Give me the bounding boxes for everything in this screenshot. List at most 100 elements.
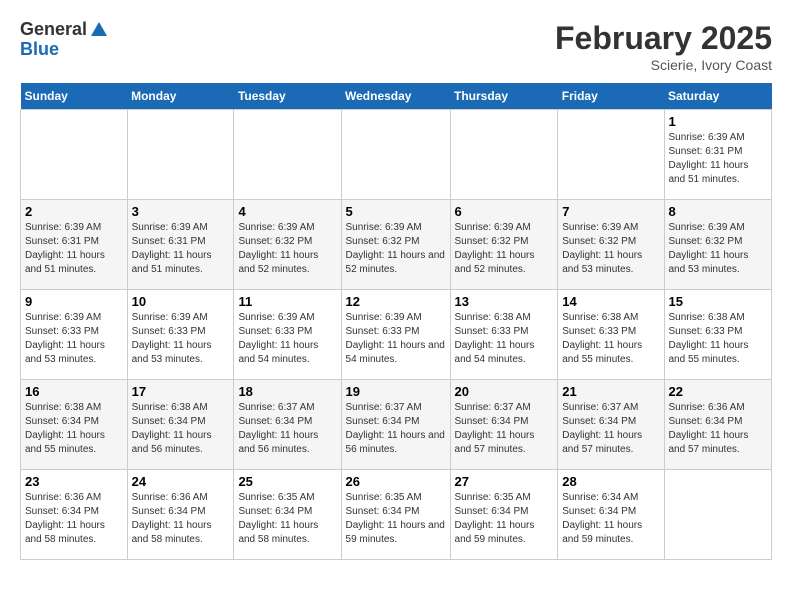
day-number: 28	[562, 474, 659, 489]
calendar-cell	[21, 110, 128, 200]
calendar-cell: 3 Sunrise: 6:39 AM Sunset: 6:31 PM Daylig…	[127, 200, 234, 290]
day-info: Sunrise: 6:38 AM Sunset: 6:33 PM Dayligh…	[669, 311, 768, 367]
day-number: 19	[346, 384, 446, 399]
day-info: Sunrise: 6:39 AM Sunset: 6:32 PM Dayligh…	[455, 221, 554, 277]
weekday-header: Sunday	[21, 83, 128, 110]
day-number: 6	[455, 204, 554, 219]
day-info: Sunrise: 6:37 AM Sunset: 6:34 PM Dayligh…	[562, 401, 659, 457]
day-info: Sunrise: 6:37 AM Sunset: 6:34 PM Dayligh…	[238, 401, 336, 457]
calendar-cell	[127, 110, 234, 200]
title-block: February 2025 Scierie, Ivory Coast	[555, 20, 772, 73]
day-info: Sunrise: 6:34 AM Sunset: 6:34 PM Dayligh…	[562, 491, 659, 547]
day-number: 10	[132, 294, 230, 309]
day-number: 22	[669, 384, 768, 399]
day-info: Sunrise: 6:37 AM Sunset: 6:34 PM Dayligh…	[455, 401, 554, 457]
calendar-cell: 19 Sunrise: 6:37 AM Sunset: 6:34 PM Dayli…	[341, 380, 450, 470]
calendar-cell: 11Sunrise: 6:39 AM Sunset: 6:33 PM Dayli…	[234, 290, 341, 380]
calendar-cell: 25 Sunrise: 6:35 AM Sunset: 6:34 PM Dayli…	[234, 470, 341, 560]
calendar-table: SundayMondayTuesdayWednesdayThursdayFrid…	[20, 83, 772, 560]
day-info: Sunrise: 6:39 AM Sunset: 6:33 PM Dayligh…	[132, 311, 230, 367]
calendar-cell: 17Sunrise: 6:38 AM Sunset: 6:34 PM Dayli…	[127, 380, 234, 470]
day-number: 2	[25, 204, 123, 219]
day-number: 9	[25, 294, 123, 309]
calendar-cell	[558, 110, 664, 200]
calendar-cell	[341, 110, 450, 200]
calendar-cell: 15 Sunrise: 6:38 AM Sunset: 6:33 PM Dayli…	[664, 290, 772, 380]
calendar-week-row: 23 Sunrise: 6:36 AM Sunset: 6:34 PM Dayli…	[21, 470, 772, 560]
logo: General Blue	[20, 20, 109, 60]
day-info: Sunrise: 6:39 AM Sunset: 6:31 PM Dayligh…	[132, 221, 230, 277]
day-number: 11	[238, 294, 336, 309]
day-info: Sunrise: 6:38 AM Sunset: 6:33 PM Dayligh…	[455, 311, 554, 367]
day-number: 25	[238, 474, 336, 489]
calendar-cell: 13 Sunrise: 6:38 AM Sunset: 6:33 PM Dayli…	[450, 290, 558, 380]
day-number: 14	[562, 294, 659, 309]
calendar-cell: 10 Sunrise: 6:39 AM Sunset: 6:33 PM Dayli…	[127, 290, 234, 380]
day-number: 13	[455, 294, 554, 309]
day-number: 12	[346, 294, 446, 309]
day-info: Sunrise: 6:39 AM Sunset: 6:32 PM Dayligh…	[346, 221, 446, 277]
calendar-cell	[234, 110, 341, 200]
logo-blue: Blue	[20, 40, 109, 60]
day-number: 26	[346, 474, 446, 489]
location: Scierie, Ivory Coast	[555, 57, 772, 73]
day-info: Sunrise: 6:35 AM Sunset: 6:34 PM Dayligh…	[346, 491, 446, 547]
page-header: General Blue February 2025 Scierie, Ivor…	[20, 20, 772, 73]
calendar-cell: 23 Sunrise: 6:36 AM Sunset: 6:34 PM Dayli…	[21, 470, 128, 560]
day-info: Sunrise: 6:36 AM Sunset: 6:34 PM Dayligh…	[132, 491, 230, 547]
day-info: Sunrise: 6:36 AM Sunset: 6:34 PM Dayligh…	[669, 401, 768, 457]
day-info: Sunrise: 6:39 AM Sunset: 6:33 PM Dayligh…	[346, 311, 446, 367]
calendar-week-row: 1 Sunrise: 6:39 AM Sunset: 6:31 PM Daylig…	[21, 110, 772, 200]
weekday-header: Saturday	[664, 83, 772, 110]
day-info: Sunrise: 6:38 AM Sunset: 6:33 PM Dayligh…	[562, 311, 659, 367]
logo-general: General	[20, 20, 87, 40]
day-number: 15	[669, 294, 768, 309]
calendar-cell: 26 Sunrise: 6:35 AM Sunset: 6:34 PM Dayli…	[341, 470, 450, 560]
day-info: Sunrise: 6:36 AM Sunset: 6:34 PM Dayligh…	[25, 491, 123, 547]
day-info: Sunrise: 6:39 AM Sunset: 6:33 PM Dayligh…	[25, 311, 123, 367]
calendar-cell: 8Sunrise: 6:39 AM Sunset: 6:32 PM Daylig…	[664, 200, 772, 290]
day-info: Sunrise: 6:39 AM Sunset: 6:32 PM Dayligh…	[562, 221, 659, 277]
day-number: 21	[562, 384, 659, 399]
day-number: 1	[669, 114, 768, 129]
calendar-cell	[664, 470, 772, 560]
day-number: 8	[669, 204, 768, 219]
day-info: Sunrise: 6:35 AM Sunset: 6:34 PM Dayligh…	[455, 491, 554, 547]
weekday-header: Thursday	[450, 83, 558, 110]
calendar-cell: 21 Sunrise: 6:37 AM Sunset: 6:34 PM Dayli…	[558, 380, 664, 470]
calendar-cell: 14 Sunrise: 6:38 AM Sunset: 6:33 PM Dayli…	[558, 290, 664, 380]
calendar-header-row: SundayMondayTuesdayWednesdayThursdayFrid…	[21, 83, 772, 110]
calendar-cell: 18Sunrise: 6:37 AM Sunset: 6:34 PM Dayli…	[234, 380, 341, 470]
calendar-cell: 22 Sunrise: 6:36 AM Sunset: 6:34 PM Dayli…	[664, 380, 772, 470]
logo-icon	[89, 20, 109, 40]
day-number: 5	[346, 204, 446, 219]
calendar-cell: 2Sunrise: 6:39 AM Sunset: 6:31 PM Daylig…	[21, 200, 128, 290]
day-info: Sunrise: 6:38 AM Sunset: 6:34 PM Dayligh…	[132, 401, 230, 457]
day-number: 7	[562, 204, 659, 219]
calendar-cell: 4 Sunrise: 6:39 AM Sunset: 6:32 PM Daylig…	[234, 200, 341, 290]
calendar-week-row: 2 Sunrise: 6:39 AM Sunset: 6:31 PM Daylig…	[21, 200, 772, 290]
calendar-cell	[450, 110, 558, 200]
day-info: Sunrise: 6:39 AM Sunset: 6:31 PM Dayligh…	[669, 131, 768, 187]
calendar-cell: 16 Sunrise: 6:38 AM Sunset: 6:34 PM Dayli…	[21, 380, 128, 470]
day-info: Sunrise: 6:35 AM Sunset: 6:34 PM Dayligh…	[238, 491, 336, 547]
day-info: Sunrise: 6:38 AM Sunset: 6:34 PM Dayligh…	[25, 401, 123, 457]
day-number: 20	[455, 384, 554, 399]
day-number: 24	[132, 474, 230, 489]
calendar-week-row: 16 Sunrise: 6:38 AM Sunset: 6:34 PM Dayli…	[21, 380, 772, 470]
day-number: 4	[238, 204, 336, 219]
calendar-cell: 28 Sunrise: 6:34 AM Sunset: 6:34 PM Dayli…	[558, 470, 664, 560]
calendar-week-row: 9 Sunrise: 6:39 AM Sunset: 6:33 PM Daylig…	[21, 290, 772, 380]
weekday-header: Tuesday	[234, 83, 341, 110]
weekday-header: Friday	[558, 83, 664, 110]
calendar-cell: 27Sunrise: 6:35 AM Sunset: 6:34 PM Dayli…	[450, 470, 558, 560]
weekday-header: Wednesday	[341, 83, 450, 110]
calendar-cell: 12 Sunrise: 6:39 AM Sunset: 6:33 PM Dayli…	[341, 290, 450, 380]
day-info: Sunrise: 6:37 AM Sunset: 6:34 PM Dayligh…	[346, 401, 446, 457]
day-number: 23	[25, 474, 123, 489]
day-number: 16	[25, 384, 123, 399]
day-number: 3	[132, 204, 230, 219]
weekday-header: Monday	[127, 83, 234, 110]
calendar-cell: 9 Sunrise: 6:39 AM Sunset: 6:33 PM Daylig…	[21, 290, 128, 380]
day-info: Sunrise: 6:39 AM Sunset: 6:32 PM Dayligh…	[238, 221, 336, 277]
